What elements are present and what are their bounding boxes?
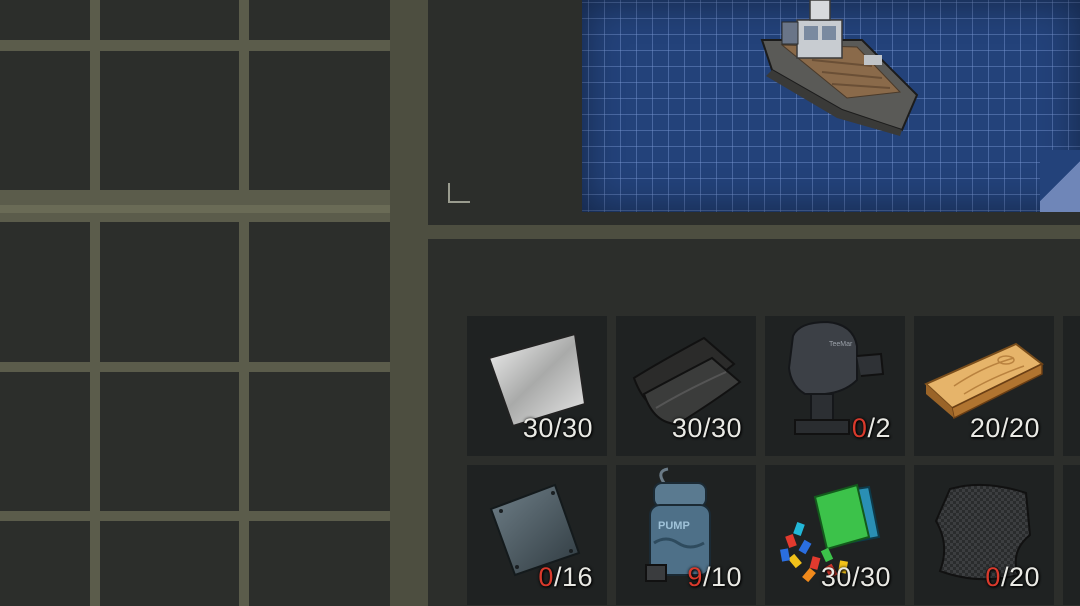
ingredient-count: 0/20 [985, 562, 1040, 592]
inventory-slot[interactable] [249, 372, 390, 511]
inventory-slot[interactable] [100, 0, 239, 40]
panel-divider [428, 225, 1080, 239]
ingredient-count: 20/20 [969, 413, 1040, 443]
svg-text:PUMP: PUMP [658, 520, 690, 532]
inventory-slot[interactable] [0, 222, 90, 362]
blueprint-sheet [582, 0, 1080, 212]
ingredient-slot[interactable] [1063, 465, 1080, 605]
ingredient-count: 30/30 [671, 413, 742, 443]
ingredient-slot[interactable]: 20/20 [914, 316, 1054, 456]
boat-icon [760, 0, 919, 136]
corner-bracket-icon [448, 183, 470, 203]
svg-text:TeeMar: TeeMar [829, 341, 853, 348]
inventory-slot[interactable] [249, 0, 390, 40]
inventory-slot[interactable] [0, 521, 90, 606]
inventory-slot[interactable] [0, 372, 90, 511]
ingredient-count: 0/2 [851, 413, 891, 443]
inventory-slot[interactable] [0, 51, 90, 190]
inventory-section-divider [0, 205, 390, 213]
page-curl [1040, 150, 1080, 212]
inventory-slot[interactable] [249, 521, 390, 606]
inventory-slot[interactable] [100, 222, 239, 362]
ingredient-count: 0/16 [538, 562, 593, 592]
inventory-slot[interactable] [249, 222, 390, 362]
panel-divider [390, 0, 428, 606]
inventory-slot[interactable] [100, 521, 239, 606]
ingredient-count: 30/30 [820, 562, 891, 592]
inventory-slot[interactable] [100, 51, 239, 190]
ingredient-slot[interactable]: TeeMar 0/2 [765, 316, 905, 456]
inventory-slot[interactable] [249, 51, 390, 190]
ingredient-slot[interactable] [1063, 316, 1080, 456]
ingredient-slot[interactable]: 0/20 [914, 465, 1054, 605]
ingredient-slot[interactable]: 30/30 [616, 316, 756, 456]
inventory-slot[interactable] [100, 372, 239, 511]
ingredient-slot[interactable]: PUMP 9/10 [616, 465, 756, 605]
ingredient-count: 9/10 [687, 562, 742, 592]
ingredient-slot[interactable]: 30/30 [765, 465, 905, 605]
ingredient-slot[interactable]: 30/30 [467, 316, 607, 456]
ingredient-count: 30/30 [522, 413, 593, 443]
ingredient-slot[interactable]: 0/16 [467, 465, 607, 605]
inventory-slot[interactable] [0, 0, 90, 40]
inventory-grid [0, 0, 390, 606]
